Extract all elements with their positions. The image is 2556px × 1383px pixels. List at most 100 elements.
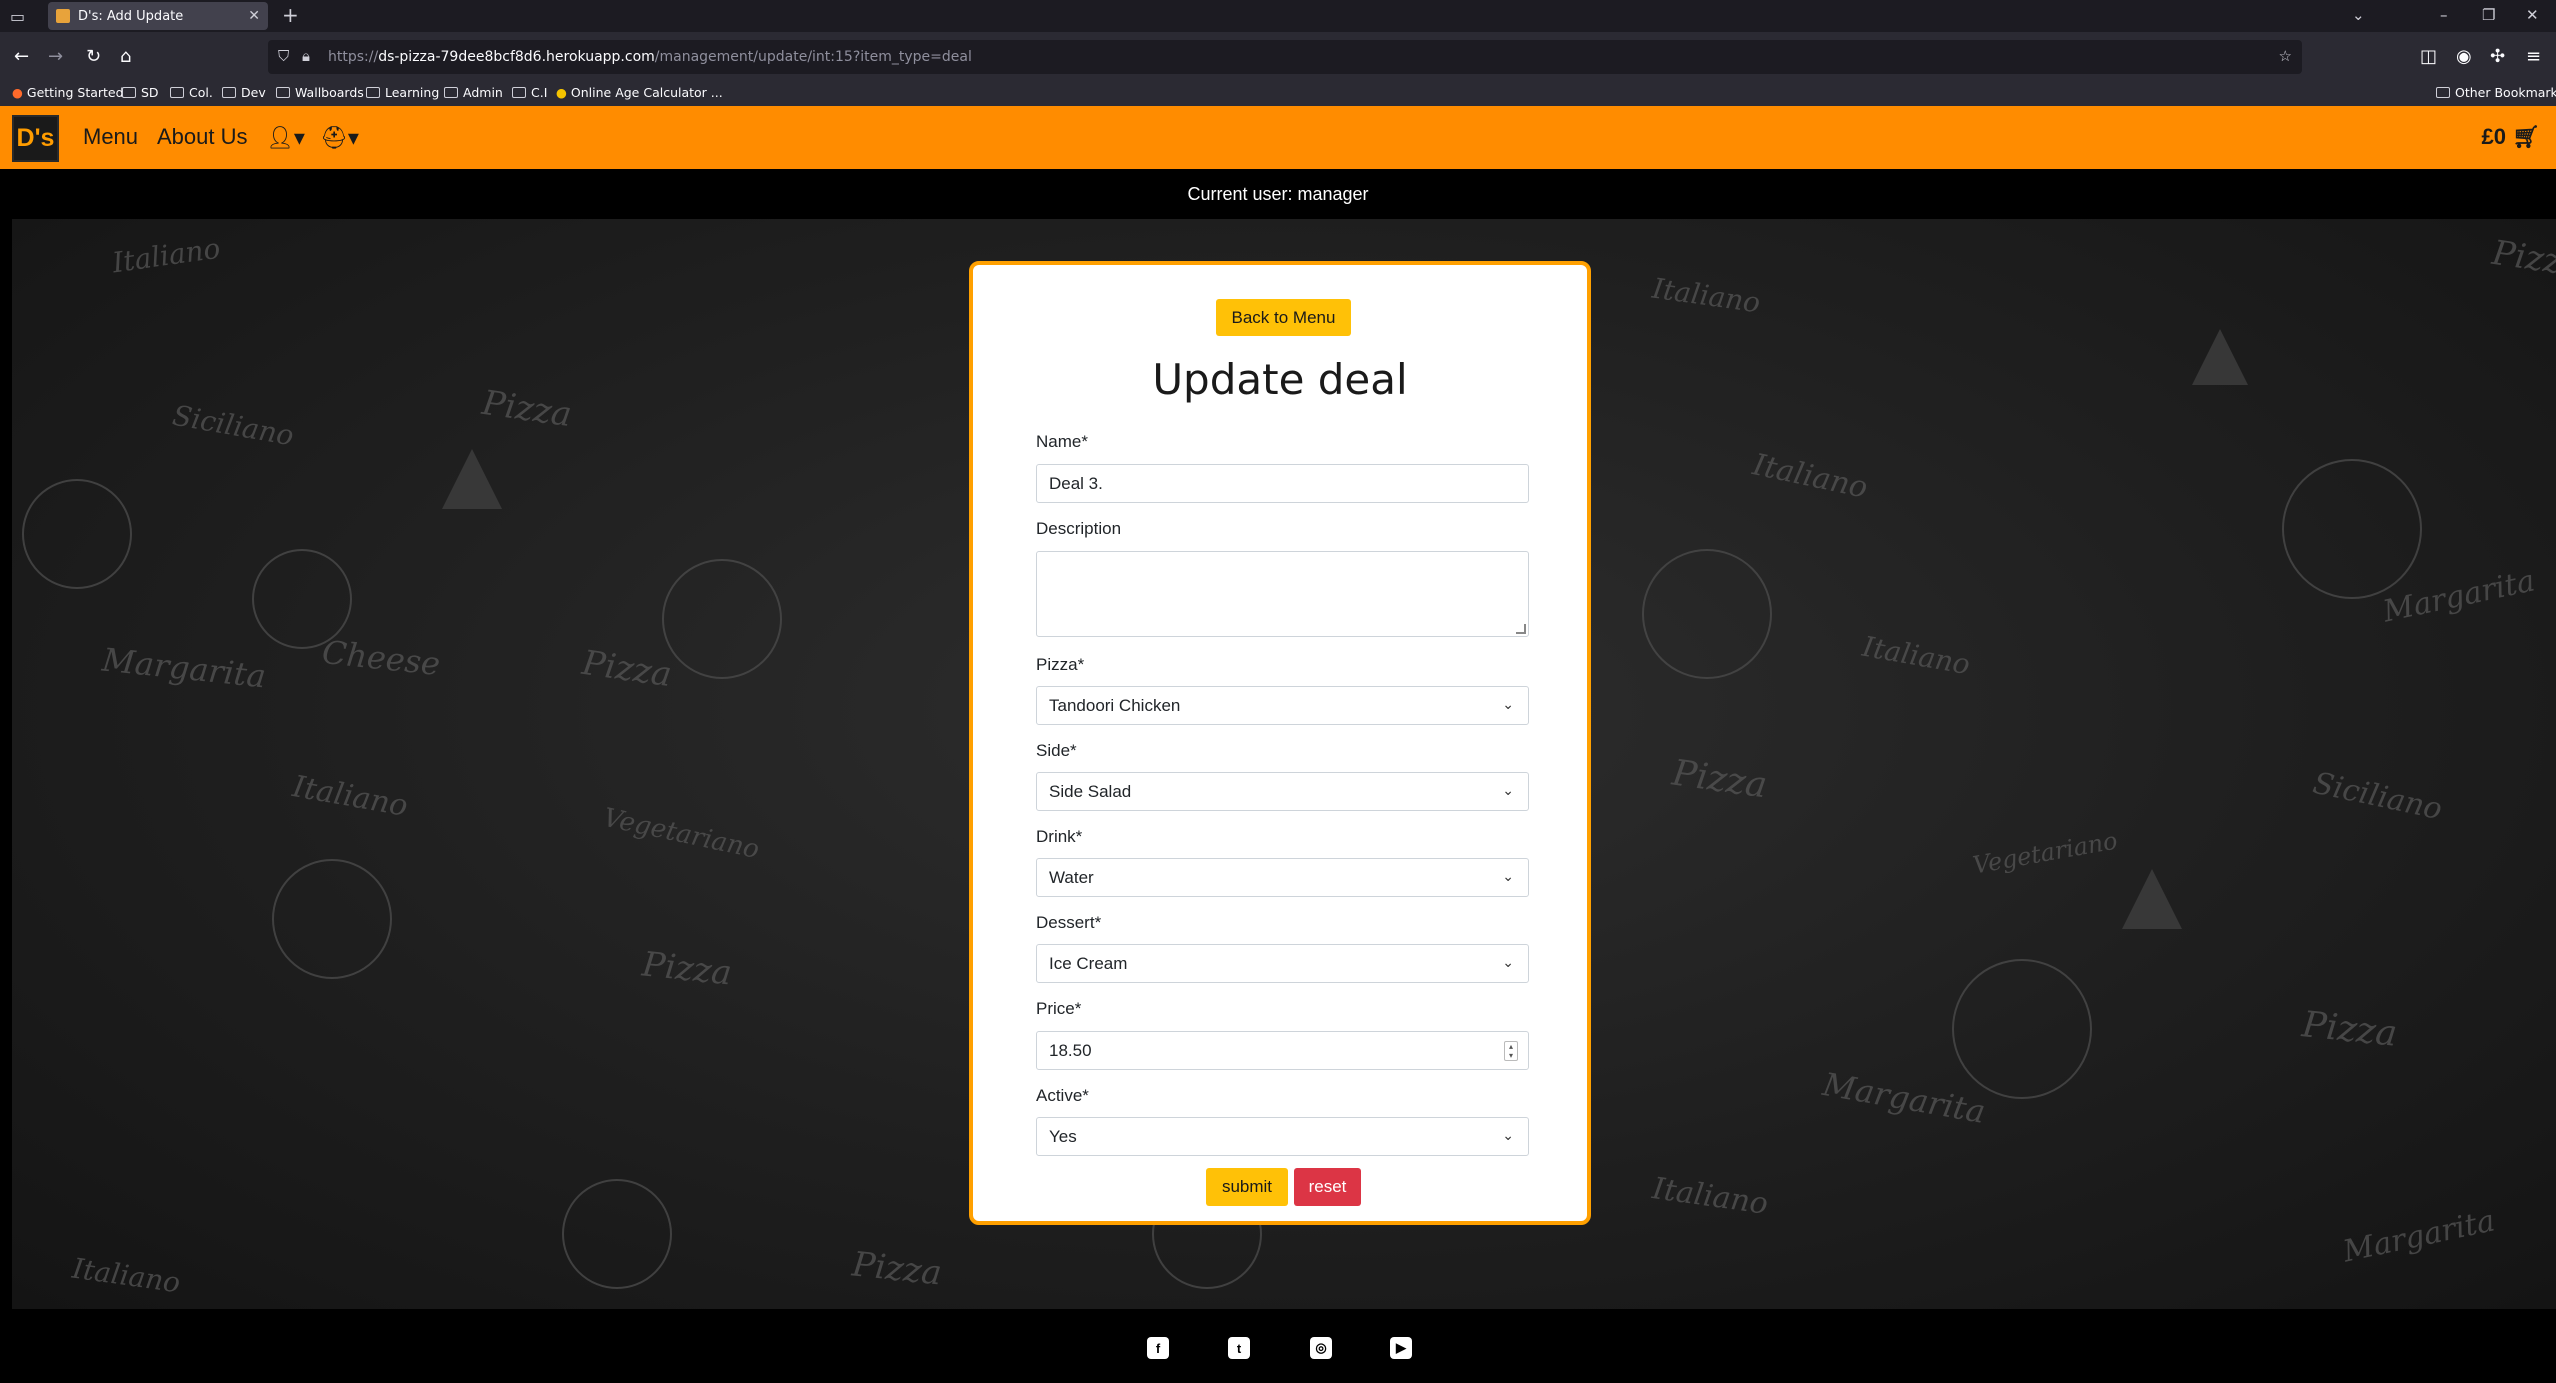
name-input[interactable]: Deal 3. (1036, 464, 1529, 503)
bg-word: Pizza (1669, 752, 1770, 807)
price-input[interactable]: 18.50 ▴ ▾ (1036, 1031, 1529, 1070)
shield-icon[interactable]: ⛉ (278, 47, 289, 65)
bg-pizza-doodle (272, 859, 392, 979)
url-host: ds-pizza-79dee8bcf8d6.herokuapp.com (378, 49, 655, 65)
bg-pizza-doodle (1952, 959, 2092, 1099)
close-window-icon[interactable]: ✕ (2526, 6, 2539, 24)
account-icon[interactable]: ◉ (2456, 46, 2472, 67)
chevron-down-icon: ⌄ (1502, 868, 1514, 884)
resize-handle-icon[interactable] (1516, 624, 1526, 634)
browser-tab-bar: ▭ D's: Add Update ✕ + ⌄ – ❐ ✕ (0, 0, 2556, 32)
back-icon[interactable]: ← (14, 46, 29, 67)
folder-icon (122, 87, 136, 98)
bookmark-item[interactable]: ● Getting Started (12, 85, 124, 100)
lock-icon[interactable]: 🔒︎ (302, 47, 310, 65)
update-deal-card: Back to Menu Update deal Name* Deal 3. D… (969, 261, 1591, 1225)
description-textarea[interactable] (1036, 551, 1529, 637)
bg-word: Cheese (320, 632, 442, 684)
url-prefix: https:// (328, 49, 379, 65)
folder-icon (444, 87, 458, 98)
submit-button[interactable]: submit (1206, 1168, 1288, 1206)
bookmark-star-icon[interactable]: ☆ (2279, 47, 2292, 65)
bg-word: Italiano (1749, 447, 1871, 506)
app-menu-icon[interactable]: ≡ (2526, 46, 2541, 67)
pizza-value: Tandoori Chicken (1049, 695, 1181, 715)
bookmark-folder[interactable]: C.I (512, 85, 547, 100)
site-logo[interactable]: D's (12, 115, 59, 162)
active-label: Active* (1036, 1086, 1089, 1105)
cart-button[interactable]: £0 🛒︎ (2481, 124, 2540, 150)
tab-list-icon[interactable]: ▭ (10, 7, 25, 26)
price-value: 18.50 (1049, 1040, 1092, 1060)
url-path: /management/update/int:15?item_type=deal (654, 49, 972, 65)
bg-word: Pizza (479, 382, 575, 436)
bg-word: Margarita (1819, 1065, 1989, 1131)
tab-title: D's: Add Update (78, 8, 184, 24)
side-select[interactable]: Side Salad ⌄ (1036, 772, 1529, 811)
back-to-menu-button[interactable]: Back to Menu (1216, 299, 1351, 336)
active-value: Yes (1049, 1126, 1077, 1146)
bg-pizza-doodle (2282, 459, 2422, 599)
bookmark-folder[interactable]: Other Bookmarks (2436, 85, 2556, 100)
description-label: Description (1036, 519, 1122, 538)
browser-tab[interactable]: D's: Add Update ✕ (48, 2, 268, 30)
pizza-select[interactable]: Tandoori Chicken ⌄ (1036, 686, 1529, 725)
bg-word: Siciliano (2309, 765, 2446, 828)
facebook-icon[interactable]: f (1147, 1337, 1169, 1359)
twitter-icon[interactable]: t (1228, 1337, 1250, 1359)
bg-word: Italiano (1650, 1171, 1771, 1222)
bg-word: Italiano (110, 231, 223, 280)
user-dropdown-icon[interactable]: 👤︎▾ (266, 126, 305, 151)
page-title: Update deal (1152, 355, 1408, 404)
active-select[interactable]: Yes ⌄ (1036, 1117, 1529, 1156)
instagram-icon[interactable]: ◎ (1310, 1337, 1332, 1359)
bookmark-folder[interactable]: Dev (222, 85, 266, 100)
side-value: Side Salad (1049, 781, 1132, 801)
youtube-icon[interactable]: ▶ (1390, 1337, 1412, 1359)
pocket-icon[interactable]: ◫ (2420, 46, 2437, 67)
bg-word: Pizza (2489, 232, 2556, 286)
bg-word: Pizza (579, 642, 675, 696)
dessert-label: Dessert* (1036, 913, 1102, 932)
current-user-bar: Current user: manager (0, 169, 2556, 219)
chevron-down-icon: ⌄ (1502, 782, 1514, 798)
bg-pizza-doodle (252, 549, 352, 649)
bookmark-item[interactable]: ● Online Age Calculator ... (556, 85, 723, 100)
close-tab-icon[interactable]: ✕ (248, 8, 260, 24)
new-tab-icon[interactable]: + (282, 3, 299, 27)
bookmarks-bar: ● Getting Started SD Col. Dev Wallboards… (0, 80, 2556, 106)
home-icon[interactable]: ⌂ (120, 46, 131, 67)
bg-word: Vegetariano (1970, 826, 2120, 880)
list-all-tabs-icon[interactable]: ⌄ (2352, 6, 2365, 24)
bookmark-folder[interactable]: SD (122, 85, 159, 100)
bookmark-folder[interactable]: Col. (170, 85, 213, 100)
folder-icon (222, 87, 236, 98)
bg-word: Margarita (2340, 1203, 2498, 1270)
forward-icon[interactable]: → (48, 46, 63, 67)
bg-word: Pizza (850, 1244, 944, 1294)
cart-total: £0 (2481, 124, 2506, 149)
site-footer: f t ◎ ▶ (0, 1309, 2556, 1383)
nav-about-link[interactable]: About Us (157, 124, 248, 150)
number-spinner-icon[interactable]: ▴ ▾ (1504, 1041, 1518, 1061)
url-bar[interactable]: ⛉ 🔒︎ https:// ds-pizza-79dee8bcf8d6.hero… (268, 40, 2302, 74)
minimize-icon[interactable]: – (2440, 6, 2448, 24)
folder-icon (170, 87, 184, 98)
reload-icon[interactable]: ↻ (86, 46, 101, 67)
restore-icon[interactable]: ❐ (2482, 6, 2495, 24)
bg-word: Siciliano (170, 398, 297, 453)
bookmark-folder[interactable]: Learning (366, 85, 439, 100)
nav-menu-link[interactable]: Menu (83, 124, 138, 150)
side-label: Side* (1036, 741, 1077, 760)
extensions-icon[interactable]: ✣ (2490, 46, 2505, 67)
bg-slice-doodle (2122, 869, 2182, 929)
bg-word: Pizza (640, 944, 734, 994)
bookmark-folder[interactable]: Admin (444, 85, 503, 100)
bookmark-folder[interactable]: Wallboards (276, 85, 364, 100)
bg-pizza-doodle (562, 1179, 672, 1289)
reset-button[interactable]: reset (1294, 1168, 1361, 1206)
folder-icon (512, 87, 526, 98)
management-dropdown-icon[interactable]: ⛑︎▾ (320, 126, 359, 151)
dessert-select[interactable]: Ice Cream ⌄ (1036, 944, 1529, 983)
drink-select[interactable]: Water ⌄ (1036, 858, 1529, 897)
